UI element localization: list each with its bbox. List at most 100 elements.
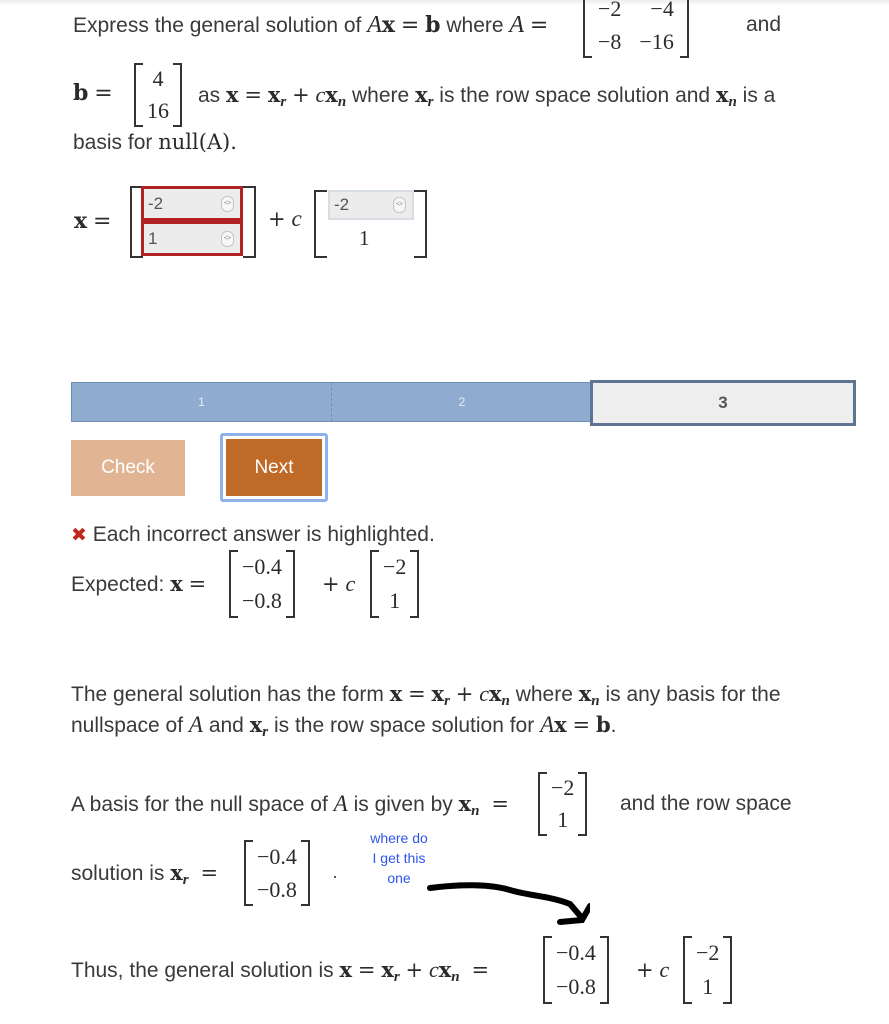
math-eq: = xyxy=(92,209,112,234)
plus-c: + c xyxy=(268,206,302,232)
bracket-right xyxy=(723,936,733,1004)
math-xr: xr xyxy=(170,860,189,888)
bracket-right xyxy=(285,550,295,618)
vector-entries: −0.4 −0.8 xyxy=(238,550,286,618)
vector-entries: −2 1 xyxy=(379,550,410,618)
math-eq: = xyxy=(200,861,219,885)
plus-c: + c xyxy=(636,957,669,983)
math-b: b xyxy=(425,12,441,38)
progress-step-3[interactable]: 3 xyxy=(590,380,856,426)
math-A: A xyxy=(367,12,382,38)
intro-text: Express the general solution of xyxy=(73,14,362,37)
where-text: where xyxy=(352,84,410,107)
progress-step-2[interactable]: 2 xyxy=(332,382,592,422)
bracket-left xyxy=(134,63,143,127)
bracket-right xyxy=(679,0,689,58)
xr-input-1[interactable]: -2 ︿ ﹀ xyxy=(141,186,243,221)
step-label: 3 xyxy=(718,393,728,412)
math-x: x xyxy=(170,571,183,596)
math-x: x xyxy=(226,82,239,107)
check-button[interactable]: Check xyxy=(71,440,185,496)
as-text: as xyxy=(198,84,221,107)
vector-entry: −2 xyxy=(551,775,575,800)
A-entry: −8 xyxy=(598,28,622,54)
note-line: I get this xyxy=(372,850,426,866)
xn-input-1-value: -2 xyxy=(334,195,350,214)
bracket-right xyxy=(410,550,420,618)
b-entry: 4 xyxy=(152,66,164,91)
math-xr: xr xyxy=(431,681,450,709)
xr-input-2[interactable]: 1 ︿ ﹀ xyxy=(141,221,243,256)
vector-entry: −0.8 xyxy=(257,876,297,902)
math-xn: xn xyxy=(488,681,510,709)
text: is any basis for the xyxy=(605,683,781,706)
A-entry: −4 xyxy=(650,0,674,21)
bracket-right xyxy=(578,772,588,836)
bracket-left xyxy=(370,550,379,618)
math-xr: xr xyxy=(267,82,287,110)
math-x: x xyxy=(339,957,353,982)
explanation-line-1: The general solution has the form x = xr… xyxy=(71,681,781,710)
vector-entry: −0.8 xyxy=(556,974,596,999)
null-A: null(A). xyxy=(158,130,237,154)
vector-entries: −2 1 xyxy=(547,772,578,836)
where-text: where xyxy=(446,14,504,37)
math-eq: = xyxy=(572,713,591,737)
text: nullspace of xyxy=(71,714,184,737)
math-eq: = xyxy=(400,13,420,38)
vector-entries: −0.4 −0.8 xyxy=(253,840,301,906)
xn-input-1[interactable]: -2 ︿ ﹀ xyxy=(328,190,414,220)
bracket-left xyxy=(683,936,692,1004)
bracket-left xyxy=(583,0,592,58)
math-eq: = xyxy=(471,958,490,982)
math-x: x xyxy=(74,208,88,234)
top-shadow xyxy=(0,0,889,6)
expected-xr-vector: −0.4 −0.8 xyxy=(229,550,295,618)
answer-x-label: x = xyxy=(74,208,111,234)
expected-text: Expected: xyxy=(71,573,165,596)
math-A: A xyxy=(333,791,348,816)
vector-entry: −0.4 xyxy=(257,843,297,869)
next-button[interactable]: Next xyxy=(226,439,322,496)
bracket-left xyxy=(543,936,552,1004)
bracket-left xyxy=(229,550,238,618)
bracket-left xyxy=(538,772,547,836)
row-space-text: is the row space solution and xyxy=(439,84,711,107)
vector-b: 4 16 xyxy=(134,63,182,127)
math-plus: + xyxy=(322,572,340,596)
text: is the row space solution for xyxy=(273,714,535,737)
bracket-right xyxy=(173,63,182,127)
math-xn: xn xyxy=(438,957,460,985)
math-plus: + xyxy=(268,207,286,231)
step-label: 2 xyxy=(458,395,466,409)
matrix-A: −2 −4 −8 −16 xyxy=(583,0,689,58)
math-xn: xn xyxy=(325,82,347,110)
math-eq3: = xyxy=(94,81,113,106)
vector-entry: 1 xyxy=(557,807,569,832)
math-x: x xyxy=(389,681,403,706)
A-entry: −16 xyxy=(639,28,674,54)
bracket-right xyxy=(414,190,427,258)
spinner-icon[interactable]: ︿ ﹀ xyxy=(393,197,406,213)
xr-input-1-value: -2 xyxy=(148,193,164,213)
spinner-icon[interactable]: ︿ ﹀ xyxy=(221,230,234,247)
math-xn: xn xyxy=(715,82,737,110)
xr-vector: −0.4 −0.8 xyxy=(244,840,310,906)
math-xr: xr xyxy=(249,712,269,740)
math-c: c xyxy=(345,571,356,596)
feedback-message: ✖ Each incorrect answer is highlighted. xyxy=(71,523,435,547)
progress-step-1[interactable]: 1 xyxy=(71,382,332,422)
vector-entry: 1 xyxy=(702,974,714,999)
math-A2: A xyxy=(509,12,525,38)
math-b3: b xyxy=(73,80,89,106)
explanation-line-2: nullspace of A and xr is the row space s… xyxy=(71,712,617,740)
matrix-A-entries: −2 −4 −8 −16 xyxy=(592,0,680,58)
vector-entry: −0.4 xyxy=(242,554,282,579)
spinner-icon[interactable]: ︿ ﹀ xyxy=(221,195,234,212)
math-xn: xn xyxy=(458,791,480,819)
text: and the row space xyxy=(620,792,792,815)
math-eq2: = xyxy=(529,13,549,38)
math-c: c xyxy=(659,957,670,982)
text: solution is xyxy=(71,862,165,885)
math-A: A xyxy=(540,712,555,737)
